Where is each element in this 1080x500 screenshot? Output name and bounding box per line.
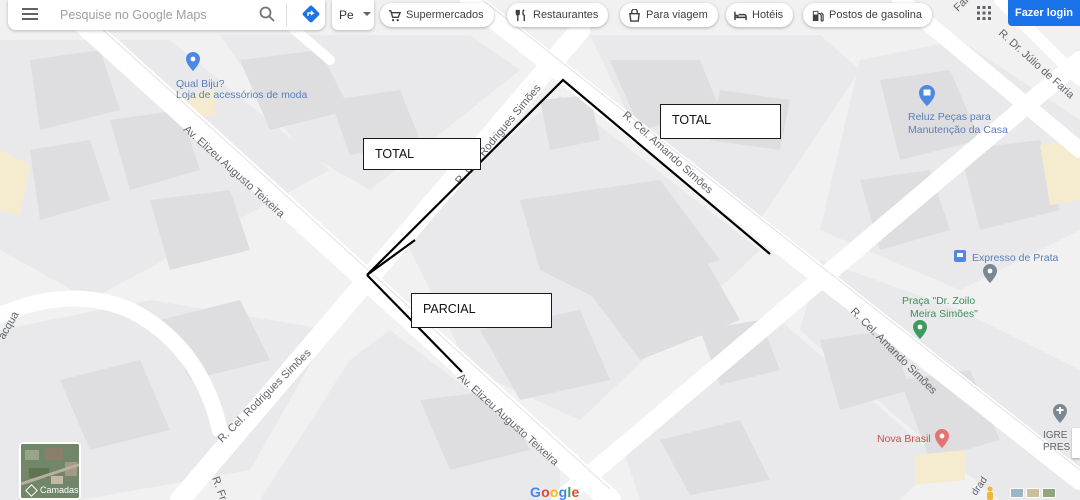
poi-expresso-name: Expresso de Prata: [972, 252, 1059, 264]
apps-grid-icon[interactable]: [976, 5, 992, 21]
zoom-control[interactable]: [1072, 428, 1080, 458]
poi-reluz-line1: Reluz Peças para: [908, 111, 991, 123]
poi-praca-line2: Meira Simões": [910, 308, 978, 320]
google-logo-g: G: [530, 484, 542, 500]
google-logo-o2: o: [549, 484, 559, 500]
search-box: [8, 0, 325, 30]
directions-icon[interactable]: [301, 4, 321, 24]
layers-label-text: Camadas: [40, 485, 79, 495]
fork-knife-icon: [515, 8, 525, 21]
google-logo-e: e: [571, 484, 580, 500]
imagery-thumbnail-2[interactable]: [1026, 488, 1040, 498]
poi-igreja-line1: IGRE: [1043, 430, 1068, 441]
gas-pump-icon: [812, 10, 824, 22]
login-button[interactable]: Fazer login: [1008, 0, 1080, 26]
shopping-cart-icon: [388, 9, 401, 21]
chip-para-viagem[interactable]: Para viagem: [620, 3, 718, 27]
poi-nova-brasil-name: Nova Brasil: [877, 433, 931, 445]
chip-hoteis-label: Hotéis: [752, 9, 784, 21]
chip-supermercados-label: Supermercados: [406, 9, 484, 21]
partial-dropdown-text: Pe: [339, 8, 354, 22]
layers-label: Camadas: [25, 483, 79, 497]
search-input[interactable]: [58, 4, 252, 26]
pegman-icon[interactable]: [984, 486, 996, 500]
search-icon[interactable]: [258, 5, 276, 23]
chip-restaurantes[interactable]: Restaurantes: [507, 3, 609, 27]
partial-dropdown[interactable]: Pe: [332, 0, 374, 30]
poi-igreja-line2: PRES: [1043, 442, 1071, 453]
chip-postos-gasolina-label: Postos de gasolina: [829, 9, 922, 21]
google-logo: Google: [530, 484, 579, 500]
layers-button[interactable]: Camadas: [19, 442, 81, 500]
annotation-total-left: TOTAL: [363, 138, 481, 170]
chip-supermercados[interactable]: Supermercados: [380, 3, 494, 27]
annotation-total-right: TOTAL: [660, 104, 781, 139]
google-logo-o1: o: [541, 484, 550, 500]
poi-praca-line1: Praça "Dr. Zoilo: [902, 295, 975, 307]
chip-restaurantes-label: Restaurantes: [533, 9, 599, 21]
takeout-bag-icon: [629, 8, 640, 22]
chip-postos-gasolina[interactable]: Postos de gasolina: [803, 3, 932, 27]
map-canvas[interactable]: Av. Elizeu Augusto Teixeira Av. Elizeu A…: [0, 0, 1080, 500]
divider: [286, 4, 287, 26]
chip-hoteis[interactable]: Hotéis: [726, 3, 794, 27]
poi-reluz-line2: Manutenção da Casa: [908, 124, 1008, 136]
imagery-thumbnail-3[interactable]: [1042, 488, 1056, 498]
menu-icon[interactable]: [22, 8, 38, 20]
layers-icon: [25, 483, 38, 497]
poi-qual-biju-category: Loja de acessórios de moda: [176, 89, 307, 101]
chevron-down-icon: [363, 12, 371, 16]
bed-icon: [734, 11, 747, 20]
imagery-thumbnail-1[interactable]: [1010, 488, 1024, 498]
chip-para-viagem-label: Para viagem: [646, 9, 708, 21]
annotation-parcial: PARCIAL: [411, 293, 552, 328]
